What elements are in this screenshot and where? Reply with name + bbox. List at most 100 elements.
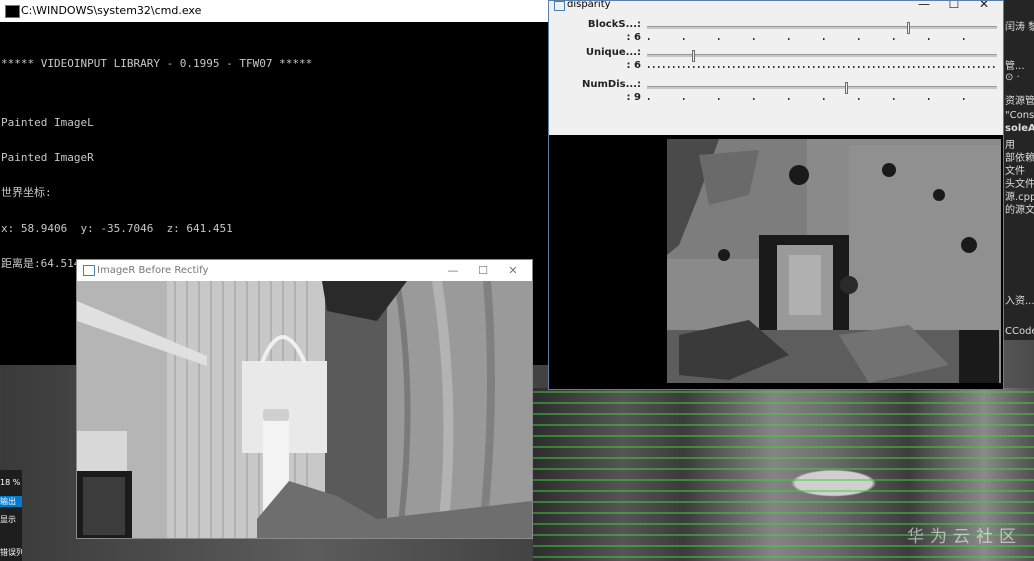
trackbar-tick [963,98,965,100]
minimize-button[interactable]: — [438,260,468,281]
trackbar-tick [753,38,755,40]
trackbar-tick [803,66,805,68]
trackbar-tick [718,98,720,100]
trackbar-tick [993,66,995,68]
disparity-titlebar[interactable]: disparity — ☐ ✕ [549,1,1003,11]
trackbar-tick [658,66,660,68]
trackbar-tick [718,38,720,40]
trackbar-tick [893,66,895,68]
trackbar-value: : 9 [626,92,641,103]
window-icon [83,265,95,276]
trackbar-tick [653,66,655,68]
close-button[interactable]: ✕ [969,1,999,11]
show-output-label[interactable]: 显示 [0,514,22,525]
console-line: Painted ImageL [1,115,94,129]
trackbar-tick [783,66,785,68]
trackbar-tick [843,66,845,68]
ide-left-strip: 18 % 输出 显示 错误列 [0,470,22,561]
trackbar-tick [903,66,905,68]
trackbar-tick [758,66,760,68]
trackbar-tick [863,66,865,68]
trackbar-thumb[interactable] [845,82,848,94]
ide-item[interactable]: soleAp [1005,123,1034,134]
trackbar-tick [823,66,825,68]
trackbar-tick [893,38,895,40]
ide-item[interactable]: ⊙ · [1005,72,1020,83]
close-button[interactable]: ✕ [498,260,528,281]
imager-window[interactable]: ImageR Before Rectify — ☐ ✕ [76,259,533,539]
trackbar-uniqueness: Unique...: : 6 [549,47,1003,77]
trackbar-tick [723,66,725,68]
trackbar-label: NumDis...: [582,79,641,90]
trackbar-tick [703,66,705,68]
trackbar-tick [753,98,755,100]
trackbar-tick [813,66,815,68]
ide-item[interactable]: 入资... [1005,292,1034,307]
ide-item[interactable]: 资源管理 [1005,92,1034,107]
trackbar-tick [778,66,780,68]
trackbar-track[interactable] [647,50,997,62]
ide-item[interactable]: 管... [1005,57,1025,72]
trackbar-tick [883,66,885,68]
trackbar-label: Unique...: [585,47,641,58]
trackbar-tick [963,66,965,68]
trackbar-tick [668,66,670,68]
maximize-button[interactable]: ☐ [939,1,969,11]
trackbar-tick [648,38,650,40]
trackbar-tick [673,66,675,68]
trackbar-tick [938,66,940,68]
trackbar-tick [943,66,945,68]
disparity-window[interactable]: disparity — ☐ ✕ BlockS...: : 6 Unique...: … [548,0,1004,390]
trackbar-ticks [648,66,995,68]
trackbar-tick [873,66,875,68]
watermark: 华为云社区 [907,527,1022,547]
trackbar-tick [773,66,775,68]
console-line: x: 58.9406 y: -35.7046 z: 641.451 [1,221,233,235]
zoom-level[interactable]: 18 % [0,478,22,487]
trackbar-value: : 6 [626,60,641,71]
minimize-button[interactable]: — [909,1,939,11]
trackbar-tick [763,66,765,68]
trackbar-tick [923,66,925,68]
ide-item[interactable]: "Conso [1005,110,1034,121]
ide-item[interactable]: CCodeN [1005,326,1034,337]
maximize-button[interactable]: ☐ [468,260,498,281]
trackbar-tick [898,66,900,68]
trackbar-tick [753,66,755,68]
trackbar-tick [818,66,820,68]
trackbar-thumb[interactable] [692,50,695,62]
trackbar-tick [978,66,980,68]
imager-title: ImageR Before Rectify [97,265,209,276]
trackbar-tick [933,66,935,68]
trackbar-tick [743,66,745,68]
error-list-tab[interactable]: 错误列 [0,547,22,558]
trackbar-tick [913,66,915,68]
trackbar-tick [953,66,955,68]
cmd-titlebar[interactable]: C:\WINDOWS\system32\cmd.exe [0,0,548,22]
trackbar-thumb[interactable] [907,22,910,34]
trackbar-tick [793,66,795,68]
trackbar-tick [663,66,665,68]
trackbar-tick [833,66,835,68]
trackbar-tick [683,38,685,40]
trackbar-track[interactable] [647,82,997,94]
trackbar-tick [788,66,790,68]
trackbar-tick [708,66,710,68]
trackbar-tick [788,98,790,100]
ide-solution-explorer: 闰涛 黎 管... ⊙ · 资源管理 "Conso soleAp 用 部依赖 文… [1003,0,1034,340]
trackbar-tick [868,66,870,68]
console-line: 世界坐标: [1,186,52,200]
trackbar-tick [878,66,880,68]
trackbar-tick [648,98,650,100]
trackbar-tick [928,66,930,68]
output-tab[interactable]: 输出 [0,496,22,507]
trackbar-tick [733,66,735,68]
trackbar-tick [958,66,960,68]
imager-titlebar[interactable]: ImageR Before Rectify — ☐ ✕ [77,260,532,281]
ide-item[interactable]: 的源文件 [1005,201,1034,216]
trackbar-tick [823,38,825,40]
trackbar-tick [788,38,790,40]
trackbar-tick [683,98,685,100]
trackbar-tick [748,66,750,68]
trackbar-track[interactable] [647,22,997,34]
